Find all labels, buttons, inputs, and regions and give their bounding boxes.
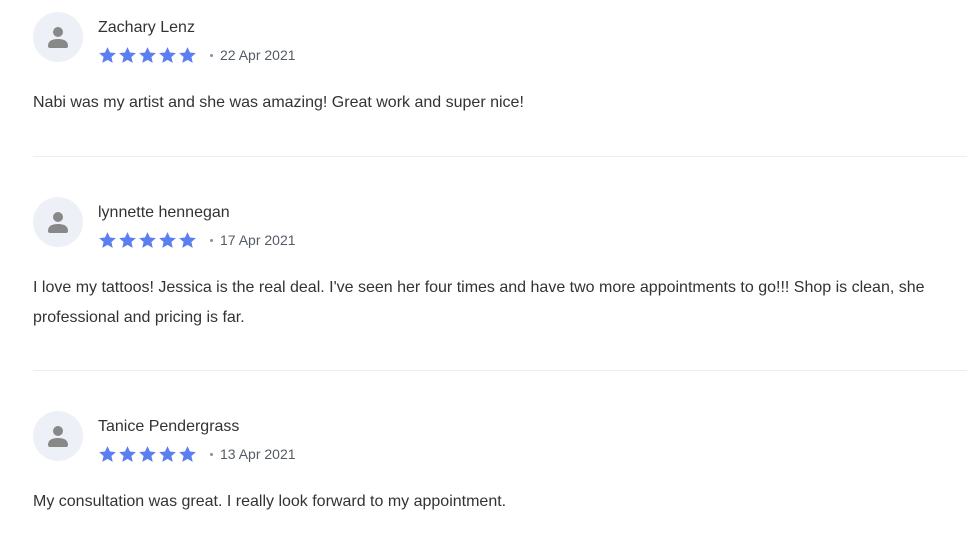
- star-filled-icon: [139, 231, 156, 248]
- star-filled-icon: [119, 231, 136, 248]
- user-icon: [48, 212, 68, 233]
- reviewer-name: Tanice Pendergrass: [98, 418, 240, 435]
- star-filled-icon: [159, 46, 176, 63]
- divider: [33, 370, 967, 371]
- star-filled-icon: [139, 445, 156, 462]
- avatar: [33, 197, 83, 247]
- star-filled-icon: [159, 445, 176, 462]
- user-icon: [48, 27, 68, 48]
- reviewer-name: lynnette hennegan: [98, 204, 230, 221]
- review-date: 13 Apr 2021: [220, 446, 296, 462]
- review-date: 17 Apr 2021: [220, 232, 296, 248]
- separator-dot: [210, 452, 213, 456]
- star-filled-icon: [159, 231, 176, 248]
- star-rating: [98, 231, 198, 250]
- rating-row: 13 Apr 2021: [98, 444, 296, 464]
- user-icon: [48, 426, 68, 447]
- reviews-list: Zachary Lenz 22 Apr 2021 Nabi was my art…: [0, 0, 967, 551]
- rating-row: 22 Apr 2021: [98, 45, 296, 65]
- avatar: [33, 411, 83, 461]
- star-filled-icon: [179, 231, 196, 248]
- avatar: [33, 12, 83, 62]
- star-filled-icon: [119, 445, 136, 462]
- review-text: Nabi was my artist and she was amazing! …: [33, 94, 524, 111]
- separator-dot: [210, 238, 213, 242]
- reviewer-name: Zachary Lenz: [98, 19, 195, 36]
- divider: [33, 156, 967, 157]
- review-date: 22 Apr 2021: [220, 47, 296, 63]
- star-filled-icon: [99, 445, 116, 462]
- star-filled-icon: [139, 46, 156, 63]
- star-filled-icon: [99, 46, 116, 63]
- star-filled-icon: [99, 231, 116, 248]
- star-filled-icon: [179, 46, 196, 63]
- review-text: I love my tattoos! Jessica is the real d…: [33, 279, 925, 326]
- star-rating: [98, 46, 198, 65]
- separator-dot: [210, 53, 213, 57]
- review-text: My consultation was great. I really look…: [33, 493, 507, 510]
- star-filled-icon: [119, 46, 136, 63]
- star-rating: [98, 445, 198, 464]
- rating-row: 17 Apr 2021: [98, 230, 296, 250]
- star-filled-icon: [179, 445, 196, 462]
